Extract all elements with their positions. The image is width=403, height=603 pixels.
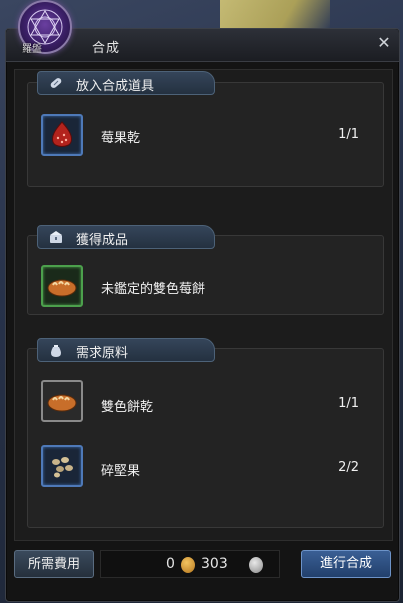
chest-icon: [50, 231, 62, 243]
material-2-count: 2/2: [338, 460, 359, 475]
red-berry-icon: [52, 121, 72, 147]
tab-output-label: 獲得成品: [76, 233, 129, 248]
craft-button[interactable]: 進行合成: [301, 550, 391, 578]
tab-output: 獲得成品: [37, 225, 215, 249]
silver-amount: 303: [201, 556, 228, 572]
window-title: 合成: [92, 41, 121, 56]
input-item-name: 莓果乾: [101, 131, 141, 146]
fee-bar: 所需費用 0 303 進行合成: [14, 548, 391, 580]
fee-label-button[interactable]: 所需費用: [14, 550, 94, 578]
background-decoration: [220, 0, 330, 30]
nuts-icon: [52, 457, 73, 478]
material-2-name: 碎堅果: [101, 464, 141, 479]
input-item-slot[interactable]: [41, 114, 83, 156]
material-1-name: 雙色餅乾: [101, 400, 154, 415]
emblem-label: 羅盤: [22, 44, 42, 55]
tab-materials: 需求原料: [37, 338, 215, 362]
material-slot-2[interactable]: [41, 445, 83, 487]
crafting-content: 放入合成道具 莓果乾 1/1 獲得成品 未鑑定的雙色莓餅 需求原料 雙色餅乾 1…: [14, 69, 393, 541]
gold-amount: 0: [166, 556, 175, 572]
tab-input: 放入合成道具: [37, 71, 215, 95]
silver-coin-icon: [249, 557, 263, 573]
crafting-window: 合成 ✕ 放入合成道具 莓果乾 1/1 獲得成品 未鑑定的雙色莓餅 需求原料 雙…: [5, 28, 400, 602]
pill-icon: [50, 78, 62, 88]
close-icon[interactable]: ✕: [375, 34, 393, 52]
output-item-name: 未鑑定的雙色莓餅: [101, 282, 206, 297]
bread-icon: [47, 394, 77, 412]
output-item-slot[interactable]: [41, 265, 83, 307]
materials-panel: [27, 348, 384, 528]
fee-display: 0 303: [100, 550, 280, 578]
material-1-count: 1/1: [338, 396, 359, 411]
gold-coin-icon: [181, 557, 195, 573]
tab-materials-label: 需求原料: [76, 346, 129, 361]
material-slot-1[interactable]: [41, 380, 83, 422]
tab-input-label: 放入合成道具: [76, 79, 155, 94]
bag-icon: [51, 345, 61, 357]
bread-icon: [47, 279, 77, 297]
input-item-count: 1/1: [338, 127, 359, 142]
